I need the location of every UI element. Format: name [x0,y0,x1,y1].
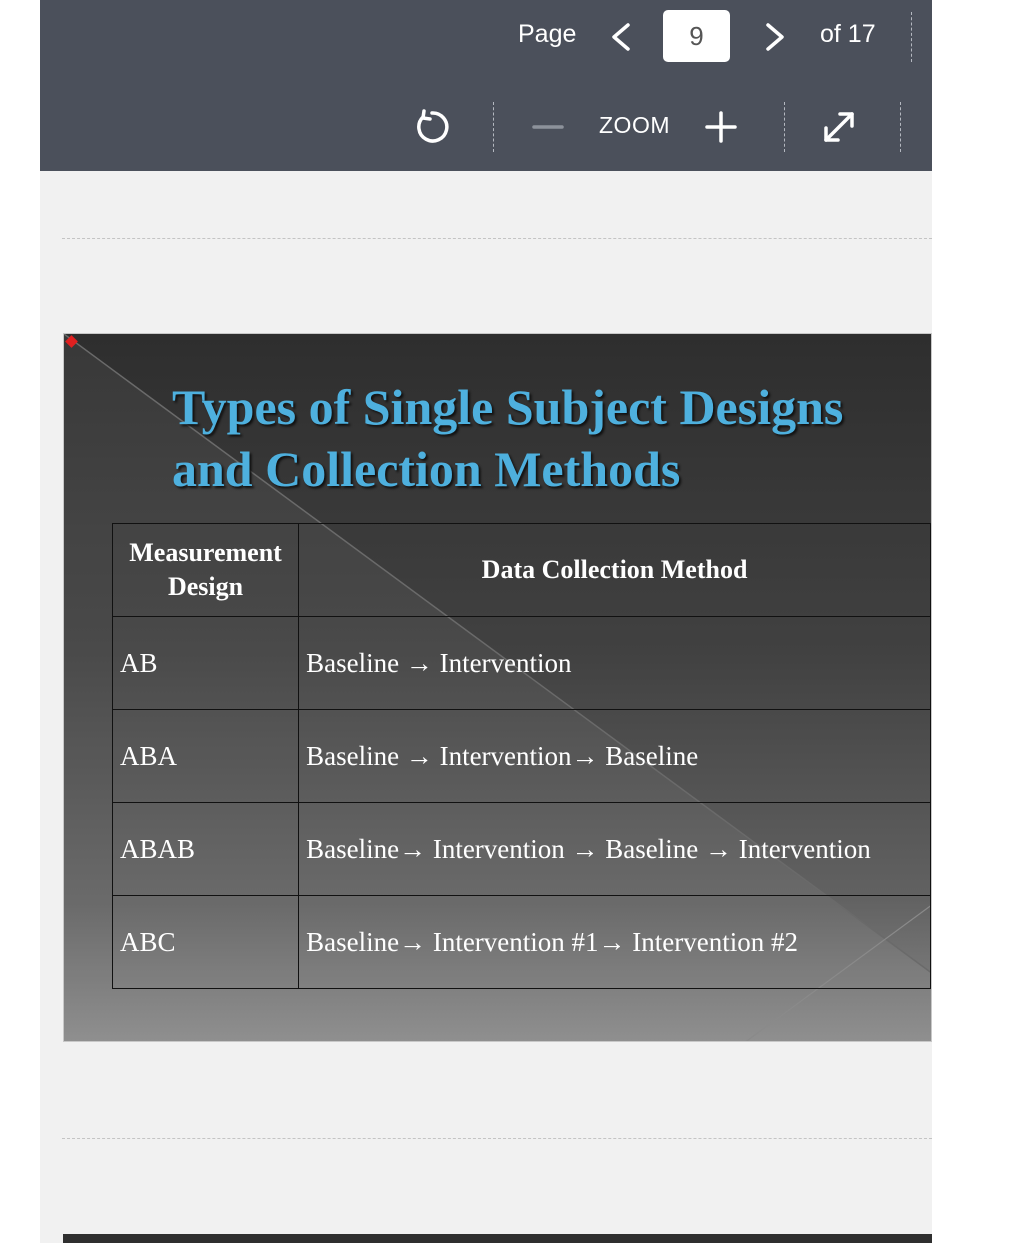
zoom-label: ZOOM [599,112,670,138]
table-header-row: Measurement Design Data Collection Metho… [111,523,931,617]
page-divider [62,238,932,239]
design-cell: ABA [111,709,300,803]
page-label: Page [518,20,577,48]
expand-icon[interactable] [820,108,858,146]
method-cell: Baseline → Intervention [298,616,931,710]
toolbar-divider [493,102,494,152]
design-cell: ABAB [111,802,300,896]
rotate-icon[interactable] [412,107,452,147]
toolbar-divider [900,102,901,152]
toolbar-divider [911,12,912,62]
table-row: ABC Baseline→ Intervention #1→ Intervent… [111,895,931,989]
table-row: AB Baseline → Intervention [111,616,931,710]
slide-page: Types of Single Subject Designs and Coll… [63,333,932,1042]
slide-title: Types of Single Subject Designs and Coll… [172,376,922,500]
plus-icon[interactable] [704,110,738,144]
table-row: ABA Baseline → Intervention→ Baseline [111,709,931,803]
method-cell: Baseline → Intervention→ Baseline [298,709,931,803]
design-cell: AB [111,616,300,710]
document-viewer: Page of 17 ZOOM [40,0,932,1243]
method-cell: Baseline→ Intervention #1→ Intervention … [298,895,931,989]
next-slide-page [63,1234,932,1243]
slide-title-line-1: Types of Single Subject Designs [172,379,844,435]
slide-title-line-2: and Collection Methods [172,441,681,497]
design-cell: ABC [111,895,300,989]
chevron-right-icon[interactable] [762,22,788,52]
table-row: ABAB Baseline→ Intervention → Baseline →… [111,802,931,896]
page-divider [62,1138,932,1139]
designs-table: Measurement Design Data Collection Metho… [111,523,931,989]
column-header: Data Collection Method [298,523,931,617]
column-header: Measurement Design [111,523,300,617]
method-cell: Baseline→ Intervention → Baseline → Inte… [298,802,931,896]
page-total: of 17 [820,20,876,48]
minus-icon[interactable] [532,113,564,141]
page-number-input[interactable] [663,10,730,62]
toolbar-divider [784,102,785,152]
chevron-left-icon[interactable] [608,22,634,52]
viewer-toolbar: Page of 17 ZOOM [40,0,932,171]
